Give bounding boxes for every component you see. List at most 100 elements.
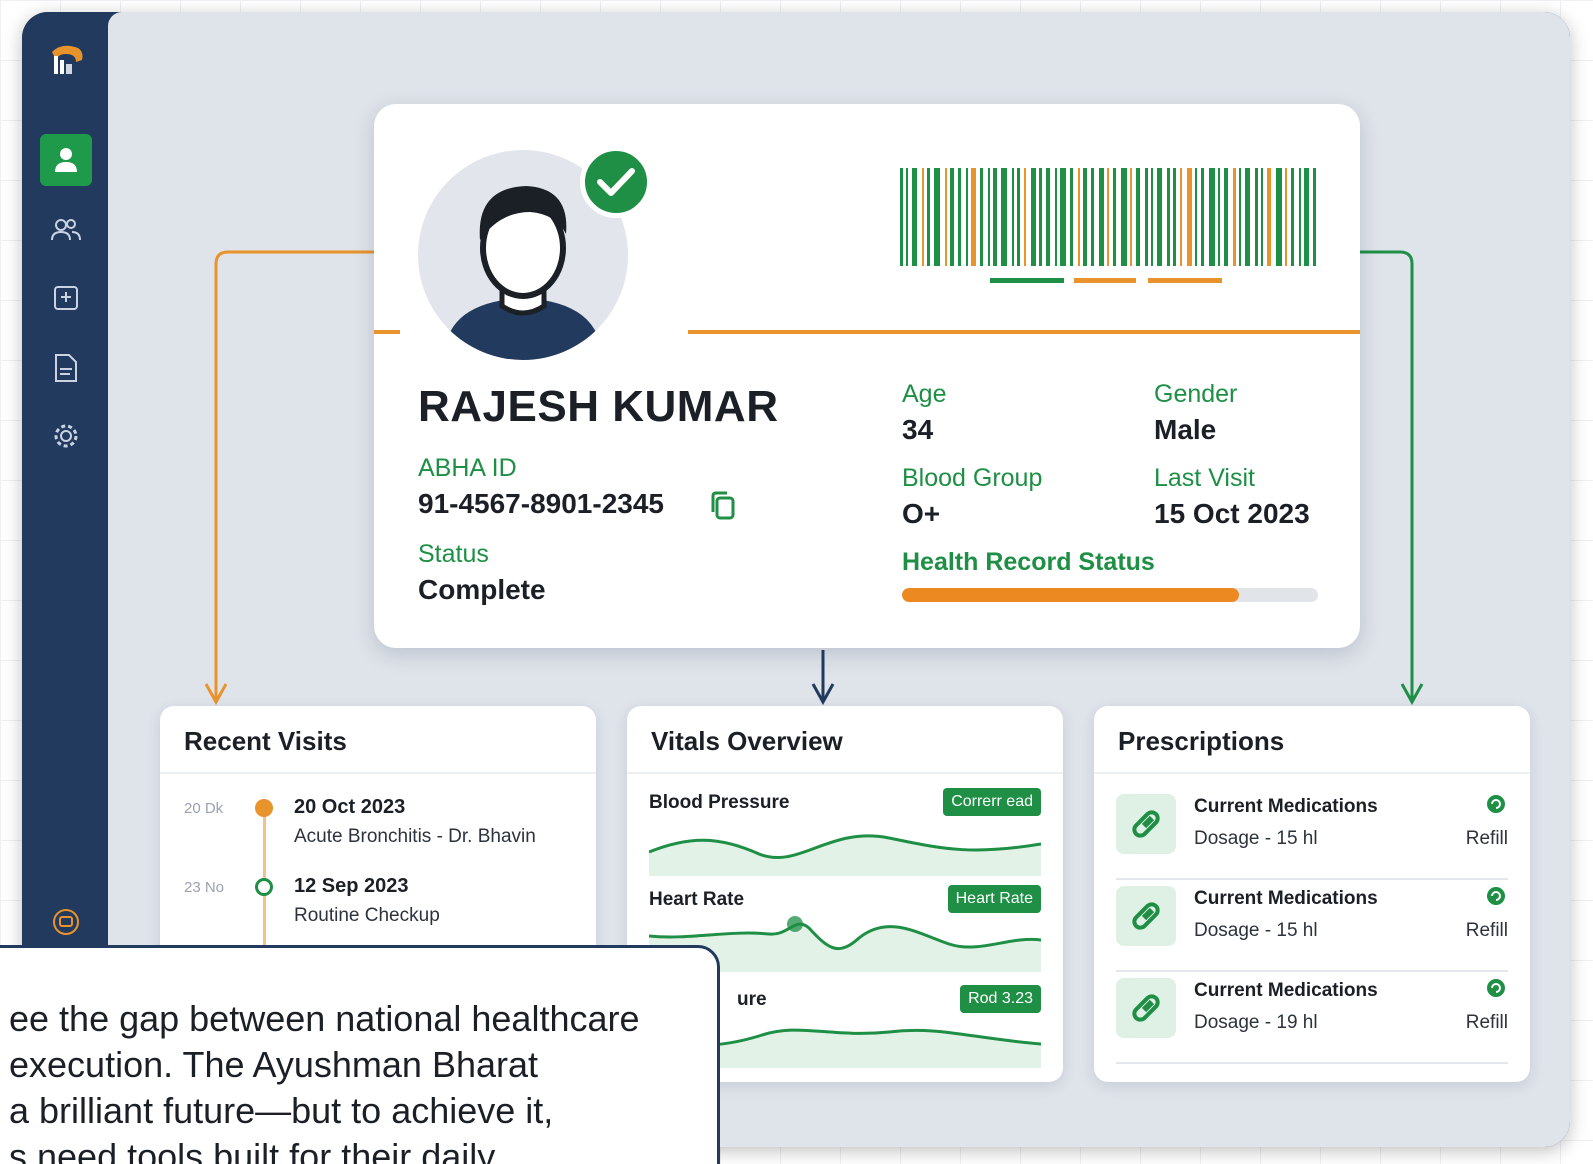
refill-button[interactable]: Refill <box>1466 1012 1508 1034</box>
quote-callout: ee the gap between national healthcare e… <box>0 945 720 1164</box>
document-icon <box>55 354 77 382</box>
barcode-bar <box>1304 168 1309 266</box>
barcode-bar <box>1195 168 1197 266</box>
vital-tag[interactable]: Correrr ead <box>943 788 1041 816</box>
age-label: Age <box>902 380 947 408</box>
patient-name: RAJESH KUMAR <box>418 382 779 431</box>
barcode-bar <box>1024 168 1026 266</box>
barcode-bar <box>1255 168 1258 266</box>
medication-dosage: Dosage - 19 hl <box>1194 1012 1318 1033</box>
barcode-bar <box>1136 168 1140 266</box>
prescriptions-panel: Prescriptions Current Medications Dosage… <box>1094 706 1530 1082</box>
blood-group-value: O+ <box>902 498 941 529</box>
barcode-bar <box>1261 168 1263 266</box>
visit-date[interactable]: 20 Oct 2023 <box>294 796 405 819</box>
panel-divider <box>627 772 1063 774</box>
barcode-bar <box>950 168 954 266</box>
refill-button[interactable]: Refill <box>1466 920 1508 942</box>
timeline-dot-hollow <box>255 878 273 896</box>
medication-name: Current Medications <box>1194 980 1378 1001</box>
barcode-bar <box>906 168 908 266</box>
barcode-bar <box>934 168 940 266</box>
barcode-bar <box>1031 168 1036 266</box>
gear-icon <box>54 424 78 448</box>
barcode-bar <box>1001 168 1007 266</box>
barcode-bar <box>1245 168 1250 266</box>
support-icon <box>53 909 79 935</box>
barcode-underline <box>1074 278 1136 283</box>
age-value: 34 <box>902 414 934 445</box>
barcode-bar <box>922 168 924 266</box>
users-icon <box>51 219 81 241</box>
medication-dosage: Dosage - 15 hl <box>1194 828 1318 849</box>
sidebar-item-support[interactable] <box>40 896 92 948</box>
refill-icon[interactable] <box>1486 886 1506 906</box>
sidebar-item-patient[interactable] <box>40 134 92 186</box>
refill-button[interactable]: Refill <box>1466 828 1508 850</box>
barcode-bar <box>1180 168 1182 266</box>
sidebar-item-records[interactable] <box>40 272 92 324</box>
barcode <box>900 168 1316 283</box>
visit-description: Routine Checkup <box>294 905 440 926</box>
barcode-bar <box>1285 168 1287 266</box>
barcode-bar <box>1157 168 1162 266</box>
vital-tag[interactable]: Heart Rate <box>947 885 1041 913</box>
quote-line: execution. The Ayushman Bharat <box>9 1044 539 1085</box>
blood-group-label: Blood Group <box>902 464 1043 492</box>
barcode-bar <box>1299 168 1301 266</box>
timeline-dot-filled <box>255 799 273 817</box>
prescriptions-title: Prescriptions <box>1118 726 1285 756</box>
sidebar-item-documents[interactable] <box>40 342 92 394</box>
barcode-bar <box>1187 168 1192 266</box>
verified-check-icon <box>580 146 652 218</box>
barcode-bar <box>1039 168 1042 266</box>
sidebar-item-users[interactable] <box>40 204 92 256</box>
refill-icon[interactable] <box>1486 978 1506 998</box>
refill-icon[interactable] <box>1486 794 1506 814</box>
medication-dosage: Dosage - 15 hl <box>1194 920 1318 941</box>
barcode-bar <box>1091 168 1094 266</box>
barcode-bar <box>1145 168 1148 266</box>
hospital-logo-icon[interactable] <box>44 38 88 82</box>
patient-id-card: RAJESH KUMAR ABHA ID 91-4567-8901-2345 S… <box>374 104 1360 648</box>
quote-line: ee the gap between national healthcare <box>9 998 640 1039</box>
card-divider-right <box>688 330 1360 334</box>
barcode-bar <box>927 168 930 266</box>
barcode-bar <box>988 168 990 266</box>
status-label: Status <box>418 540 489 568</box>
prescription-row[interactable]: Current Medications Dosage - 15 hl Refil… <box>1116 788 1508 880</box>
visit-short-date: 20 Dk <box>184 800 224 817</box>
sidebar-item-settings[interactable] <box>40 410 92 462</box>
barcode-bar <box>958 168 961 266</box>
barcode-bar <box>966 168 968 266</box>
vitals-overview-title: Vitals Overview <box>651 726 843 756</box>
barcode-bar <box>1201 168 1204 266</box>
gender-value: Male <box>1154 414 1217 445</box>
medication-name: Current Medications <box>1194 888 1378 909</box>
barcode-bar <box>1017 168 1020 266</box>
barcode-bar <box>1151 168 1153 266</box>
gender-label: Gender <box>1154 380 1238 408</box>
visit-date[interactable]: 12 Sep 2023 <box>294 875 409 898</box>
status-value: Complete <box>418 574 546 605</box>
copy-icon[interactable] <box>708 490 738 527</box>
barcode-bar <box>1070 168 1073 266</box>
user-icon <box>55 148 77 172</box>
last-visit-label: Last Visit <box>1154 464 1255 492</box>
quote-line: a brilliant future—but to achieve it, <box>9 1090 554 1131</box>
quote-text: ee the gap between national healthcare e… <box>9 996 729 1164</box>
pill-icon <box>1116 886 1176 946</box>
barcode-bar <box>1055 168 1057 266</box>
abha-id-value: 91-4567-8901-2345 <box>418 488 664 519</box>
prescription-row[interactable]: Current Medications Dosage - 15 hl Refil… <box>1116 880 1508 972</box>
prescription-row[interactable]: Current Medications Dosage - 19 hl Refil… <box>1116 972 1508 1064</box>
health-record-progress-bar <box>902 588 1318 602</box>
barcode-bar <box>1012 168 1014 266</box>
barcode-bar <box>1267 168 1271 266</box>
vital-name: Blood Pressure <box>649 792 790 813</box>
barcode-bar <box>912 168 917 266</box>
barcode-bar <box>1130 168 1132 266</box>
recent-visits-title: Recent Visits <box>184 726 347 756</box>
abha-id-label: ABHA ID <box>418 454 517 482</box>
health-record-progress-fill <box>902 588 1239 602</box>
